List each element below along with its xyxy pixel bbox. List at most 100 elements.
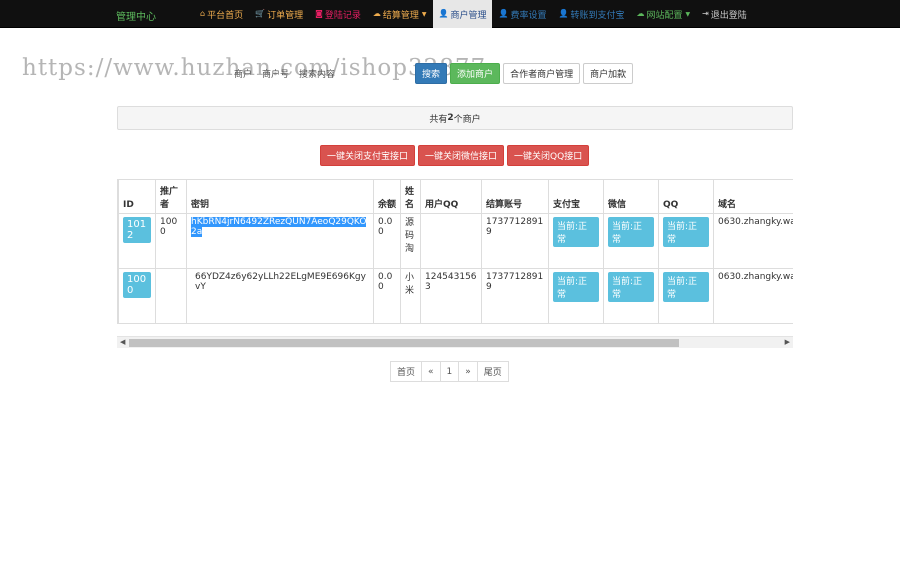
nav-item-label: 登陆记录 xyxy=(324,10,361,21)
merchant-key-text: hKbRN4jrN6492ZRezQUN7AeoQ29QKO2a xyxy=(191,217,367,237)
top-navbar: 管理中心 ⌂ 平台首页 🛒 订单管理 ◙ 登陆记录 ☁ 结算管理 ▼ 👤 商户管理 👤 费率设置 👤 转账到… xyxy=(0,0,900,28)
nav-item-6[interactable]: 👤 转账到支付宝 xyxy=(552,0,630,28)
current-page-link[interactable]: 1 xyxy=(439,361,460,382)
qqpay-status-toggle[interactable]: 当前:正常 xyxy=(663,272,709,302)
caret-down-icon: ▼ xyxy=(421,10,427,18)
last-page-link[interactable]: 尾页 xyxy=(476,361,509,382)
nav-item-label: 转账到支付宝 xyxy=(570,10,625,21)
table-row: 1012 1000 hKbRN4jrN6492ZRezQUN7AeoQ29QKO2a… xyxy=(118,213,793,269)
cloud-icon: ☁ xyxy=(636,9,645,18)
table-row: 1000 66YDZ4z6y62yLLh22ELgME9E696KgyvY 0.00… xyxy=(118,268,793,324)
wechat-status-toggle[interactable]: 当前:正常 xyxy=(608,272,654,302)
summary-suffix: 个商户 xyxy=(453,114,481,125)
camera-icon: ◙ xyxy=(315,9,323,18)
alipay-status-toggle[interactable]: 当前:正常 xyxy=(553,272,599,302)
cell-qqpay: 当前:正常 xyxy=(658,268,714,324)
cell-name: 小米 xyxy=(400,268,421,324)
nav-item-2[interactable]: ◙ 登陆记录 xyxy=(309,0,367,28)
merchant-recharge-button[interactable]: 商户加款 xyxy=(583,62,634,84)
bulk-actions: 一键关闭支付宝接口 一键关闭微信接口 一键关闭QQ接口 xyxy=(320,145,590,166)
nav-item-5[interactable]: 👤 费率设置 xyxy=(492,0,552,28)
merchant-id-link[interactable]: 1012 xyxy=(123,217,151,243)
nav-item-label: 费率设置 xyxy=(510,10,547,21)
cell-qq: 1245431563 xyxy=(420,268,482,324)
column-header: 域名 xyxy=(713,179,793,214)
search-type-select[interactable]: 商户 xyxy=(234,67,252,80)
column-header: 支付宝 xyxy=(548,179,604,214)
close-qq-button[interactable]: 一键关闭QQ接口 xyxy=(507,145,590,166)
nav-item-label: 商户管理 xyxy=(450,10,487,21)
home-icon: ⌂ xyxy=(200,9,206,18)
wechat-status-toggle[interactable]: 当前:正常 xyxy=(608,217,654,247)
cell-domain: 0630.zhangky.wan xyxy=(713,268,793,324)
column-header: 微信 xyxy=(603,179,659,214)
close-wechat-button[interactable]: 一键关闭微信接口 xyxy=(418,145,505,166)
search-column-select[interactable]: 商户号 xyxy=(262,67,289,80)
cell-account: 17377128919 xyxy=(481,268,549,324)
nav-item-4[interactable]: 👤 商户管理 xyxy=(432,0,493,28)
column-header: 密钥 xyxy=(186,179,374,214)
pagination: 首页 « 1 » 尾页 xyxy=(390,361,509,382)
column-header: 余额 xyxy=(373,179,401,214)
summary-prefix: 共有 xyxy=(429,114,448,125)
merchant-table-container: ID 推广者 密钥 余额 姓名 用户QQ 结算账号 支付宝 微信 QQ 域名 1012 1000 hKb… xyxy=(117,179,793,324)
cell-domain: 0630.zhangky.wan xyxy=(713,213,793,269)
cell-wechat: 当前:正常 xyxy=(603,213,659,269)
column-header: QQ xyxy=(658,179,714,214)
cell-account: 17377128919 xyxy=(481,213,549,269)
user-icon: 👤 xyxy=(438,9,449,18)
horizontal-scrollbar[interactable]: ◀ ▶ xyxy=(117,336,793,348)
column-header: 推广者 xyxy=(155,179,187,214)
nav-item-0[interactable]: ⌂ 平台首页 xyxy=(194,0,249,28)
cell-alipay: 当前:正常 xyxy=(548,213,604,269)
cell-key: 66YDZ4z6y62yLLh22ELgME9E696KgyvY xyxy=(186,268,374,324)
add-merchant-button[interactable]: 添加商户 xyxy=(450,62,501,84)
partner-merchant-button[interactable]: 合作者商户管理 xyxy=(503,62,581,84)
merchant-table: ID 推广者 密钥 余额 姓名 用户QQ 结算账号 支付宝 微信 QQ 域名 1012 1000 hKb… xyxy=(118,179,793,324)
column-header: 结算账号 xyxy=(481,179,549,214)
nav-item-3[interactable]: ☁ 结算管理 ▼ xyxy=(367,0,433,28)
cell-key: hKbRN4jrN6492ZRezQUN7AeoQ29QKO2a xyxy=(186,213,374,269)
search-button[interactable]: 搜索 xyxy=(415,62,448,84)
nav-item-7[interactable]: ☁ 网站配置 ▼ xyxy=(630,0,696,28)
alipay-status-toggle[interactable]: 当前:正常 xyxy=(553,217,599,247)
column-header: ID xyxy=(118,179,156,214)
cell-alipay: 当前:正常 xyxy=(548,268,604,324)
nav-item-1[interactable]: 🛒 订单管理 xyxy=(249,0,309,28)
merchant-id-link[interactable]: 1000 xyxy=(123,272,151,298)
cell-promoter xyxy=(155,268,187,324)
cell-id: 1012 xyxy=(118,213,156,269)
logout-icon: ⇥ xyxy=(702,9,709,18)
table-body: 1012 1000 hKbRN4jrN6492ZRezQUN7AeoQ29QKO2a… xyxy=(118,213,793,324)
cell-balance: 0.00 xyxy=(373,213,401,269)
nav-item-label: 平台首页 xyxy=(207,10,244,21)
column-header: 姓名 xyxy=(400,179,421,214)
user-icon: 👤 xyxy=(558,9,569,18)
nav-item-label: 网站配置 xyxy=(646,10,683,21)
close-alipay-button[interactable]: 一键关闭支付宝接口 xyxy=(320,145,416,166)
cell-wechat: 当前:正常 xyxy=(603,268,659,324)
prev-page-link[interactable]: « xyxy=(421,361,441,382)
cell-qq xyxy=(420,213,482,269)
nav-item-label: 结算管理 xyxy=(382,10,419,21)
merchant-key-text: 66YDZ4z6y62yLLh22ELgME9E696KgyvY xyxy=(195,272,366,292)
scroll-left-icon[interactable]: ◀ xyxy=(120,338,125,346)
merchant-summary-panel: 共有 2 个商户 xyxy=(117,106,793,130)
first-page-link[interactable]: 首页 xyxy=(390,361,423,382)
next-page-link[interactable]: » xyxy=(458,361,478,382)
scroll-right-icon[interactable]: ▶ xyxy=(785,338,790,346)
nav-item-8[interactable]: ⇥ 退出登陆 xyxy=(696,0,753,28)
cell-id: 1000 xyxy=(118,268,156,324)
table-header-row: ID 推广者 密钥 余额 姓名 用户QQ 结算账号 支付宝 微信 QQ 域名 xyxy=(118,179,793,214)
qqpay-status-toggle[interactable]: 当前:正常 xyxy=(663,217,709,247)
user-icon: 👤 xyxy=(498,9,509,18)
cell-qqpay: 当前:正常 xyxy=(658,213,714,269)
column-header: 用户QQ xyxy=(420,179,482,214)
cloud-icon: ☁ xyxy=(372,9,381,18)
brand-title[interactable]: 管理中心 xyxy=(116,8,156,23)
scrollbar-thumb[interactable] xyxy=(129,339,679,347)
nav-item-label: 退出登陆 xyxy=(710,10,747,21)
caret-down-icon: ▼ xyxy=(685,10,691,18)
search-toolbar: 商户 商户号 搜索内容 搜索 添加商户 合作者商户管理 商户加款 xyxy=(234,62,634,84)
search-input[interactable]: 搜索内容 xyxy=(299,67,399,80)
